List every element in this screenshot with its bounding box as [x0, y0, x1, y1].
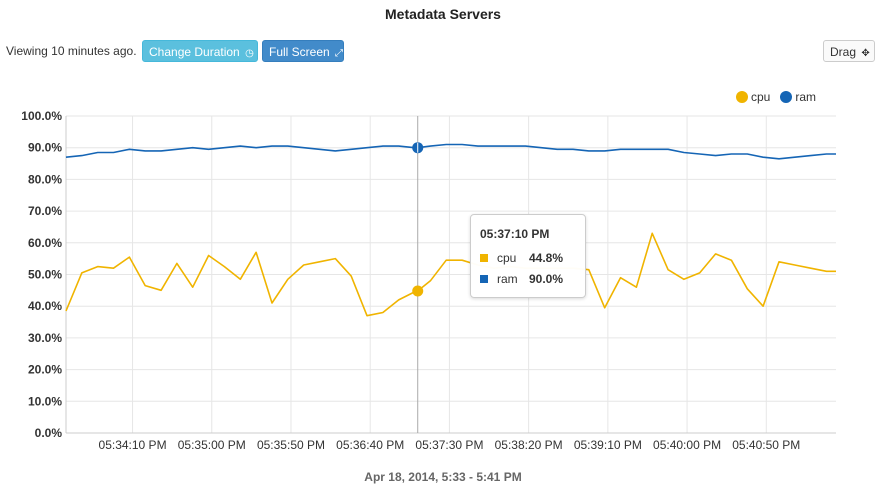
viewing-text: Viewing 10 minutes ago. — [6, 44, 137, 58]
x-tick-label: 05:40:50 PM — [732, 438, 800, 452]
x-tick-label: 05:35:50 PM — [257, 438, 325, 452]
y-tick-label: 100.0% — [21, 109, 62, 123]
expand-icon: ⤢ — [335, 48, 344, 59]
full-screen-label: Full Screen — [269, 45, 330, 59]
tooltip-time: 05:37:10 PM — [480, 227, 550, 241]
ram-swatch-icon — [480, 275, 488, 283]
tooltip-row-cpu: cpu 44.8% — [480, 251, 563, 265]
chart-tooltip: 05:37:10 PM cpu 44.8% ram 90.0% — [470, 214, 586, 298]
y-tick-label: 60.0% — [28, 236, 62, 250]
x-tick-label: 05:40:00 PM — [653, 438, 721, 452]
tooltip-value-cpu: 44.8% — [529, 251, 564, 265]
y-tick-label: 40.0% — [28, 299, 62, 313]
x-tick-label: 05:34:10 PM — [99, 438, 167, 452]
y-tick-label: 10.0% — [28, 394, 62, 408]
tooltip-value-ram: 90.0% — [529, 272, 564, 286]
move-icon: ✥ — [861, 48, 870, 59]
series-line-ram — [65, 143, 836, 160]
y-tick-label: 90.0% — [28, 141, 62, 155]
clock-icon: ◷ — [245, 48, 254, 59]
change-duration-button[interactable]: Change Duration ◷ — [142, 40, 258, 62]
line-chart[interactable]: 0.0% 10.0% 20.0% 30.0% 40.0% 50.0% 60.0% 70.0% 8… — [0, 100, 886, 460]
x-tick-label: 05:39:10 PM — [574, 438, 642, 452]
change-duration-label: Change Duration — [149, 45, 240, 59]
x-axis-title: Apr 18, 2014, 5:33 - 5:41 PM — [364, 470, 522, 484]
page-title: Metadata Servers — [385, 6, 501, 22]
y-tick-label: 20.0% — [28, 363, 62, 377]
hover-point-cpu — [412, 285, 424, 297]
tooltip-label-cpu: cpu — [497, 251, 517, 265]
tooltip-label-ram: ram — [497, 272, 518, 286]
tooltip-row-ram: ram 90.0% — [480, 272, 563, 286]
x-tick-label: 05:37:30 PM — [415, 438, 483, 452]
y-tick-label: 50.0% — [28, 268, 62, 282]
y-tick-label: 70.0% — [28, 204, 62, 218]
y-tick-label: 30.0% — [28, 331, 62, 345]
y-tick-label: 0.0% — [35, 426, 63, 440]
cpu-swatch-icon — [480, 254, 488, 262]
full-screen-button[interactable]: Full Screen ⤢ — [262, 40, 344, 62]
drag-button[interactable]: Drag ✥ — [823, 40, 875, 62]
x-tick-label: 05:36:40 PM — [336, 438, 404, 452]
x-tick-label: 05:38:20 PM — [495, 438, 563, 452]
y-tick-label: 80.0% — [28, 172, 62, 186]
x-tick-label: 05:35:00 PM — [178, 438, 246, 452]
drag-label: Drag — [830, 45, 857, 59]
